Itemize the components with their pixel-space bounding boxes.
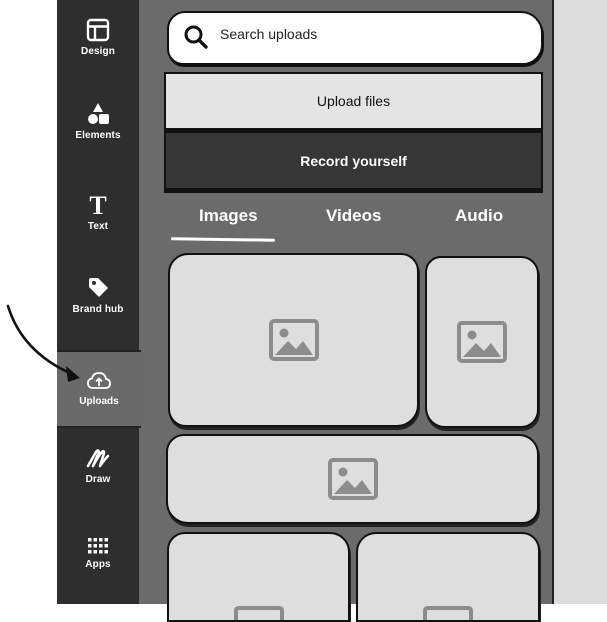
sidebar-item-label: Uploads (79, 396, 119, 407)
sidebar-item-label: Text (87, 221, 109, 232)
svg-text:T: T (89, 193, 106, 217)
record-yourself-button[interactable]: Record yourself (164, 131, 543, 190)
sidebar-item-label: Apps (85, 559, 111, 570)
shapes-icon (88, 103, 109, 124)
sidebar-item-label: Draw (85, 474, 111, 485)
layout-icon (86, 18, 110, 42)
upload-thumbnail[interactable] (356, 532, 540, 622)
image-placeholder-icon (327, 458, 378, 500)
sidebar-item-label: Design (81, 46, 115, 57)
image-placeholder-icon (423, 606, 473, 620)
annotation-arrow (6, 304, 80, 382)
sidebar-item-label: Elements (75, 130, 121, 141)
upload-files-button[interactable]: Upload files (164, 72, 543, 130)
upload-thumbnail[interactable] (166, 434, 539, 524)
tag-icon (89, 278, 108, 297)
image-placeholder-icon (457, 321, 507, 363)
search-icon (184, 25, 208, 49)
sidebar-item-design[interactable]: Design (57, 18, 139, 57)
sidebar-item-elements[interactable]: Elements (57, 102, 139, 141)
image-placeholder-icon (233, 606, 284, 620)
sidebar-item-apps[interactable]: Apps (57, 537, 139, 570)
text-icon: T (89, 193, 106, 217)
sidebar-item-draw[interactable]: Draw (57, 446, 139, 485)
sidebar-item-text[interactable]: T Text (57, 193, 139, 232)
draw-icon (86, 449, 110, 468)
upload-thumbnail[interactable] (167, 532, 350, 622)
apps-grid-icon (88, 538, 108, 554)
tab-audio[interactable]: Audio (455, 206, 503, 226)
image-placeholder-icon (268, 319, 319, 361)
upload-thumbnail[interactable] (425, 256, 539, 428)
tab-images[interactable]: Images (199, 206, 258, 226)
search-input[interactable]: Search uploads (220, 26, 317, 42)
canvas-area (552, 0, 607, 604)
upload-thumbnail[interactable] (168, 253, 419, 427)
tab-videos[interactable]: Videos (326, 206, 381, 226)
cloud-upload-icon (87, 372, 111, 389)
